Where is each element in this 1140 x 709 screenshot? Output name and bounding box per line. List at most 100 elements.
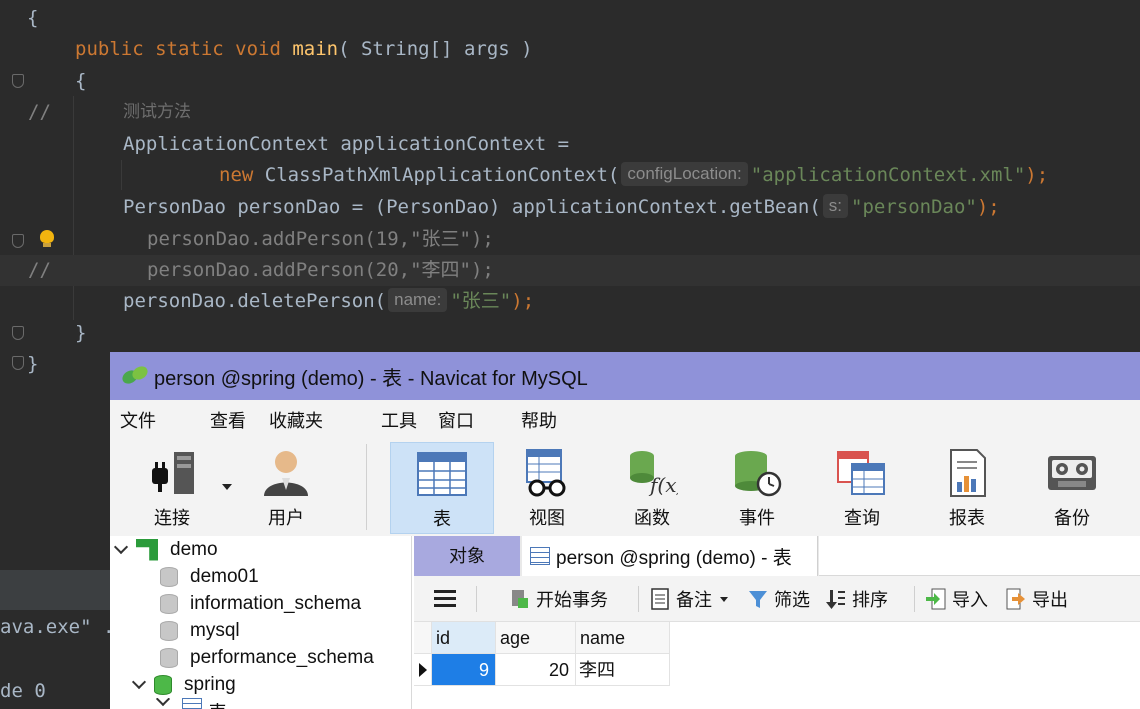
tree-item-database[interactable]: mysql: [160, 617, 240, 644]
tree-item-database-open[interactable]: spring: [128, 671, 236, 698]
database-icon: [160, 566, 178, 587]
connect-button[interactable]: 连接: [120, 442, 232, 534]
function-label: 函数: [634, 508, 670, 528]
export-button[interactable]: 导出: [1006, 576, 1068, 622]
table-icon: [530, 547, 550, 565]
parameter-hint: s:: [822, 194, 849, 218]
menu-help[interactable]: 帮助: [511, 407, 591, 433]
tree-item-connection[interactable]: demo: [110, 536, 218, 563]
data-grid: id age name 9 20 李四: [414, 622, 1140, 709]
filter-button[interactable]: 筛选: [748, 576, 810, 622]
tree-item-label: demo01: [190, 565, 259, 587]
tab-bar-empty: [819, 536, 1140, 576]
backup-button[interactable]: 备份: [1020, 442, 1124, 534]
window-title: person @spring (demo) - 表 - Navicat for …: [154, 367, 588, 390]
event-button[interactable]: 事件: [705, 442, 809, 534]
toolbar-divider: [476, 586, 477, 612]
tree-item-label: demo: [170, 538, 218, 560]
import-button[interactable]: 导入: [926, 576, 988, 622]
query-label: 查询: [844, 508, 880, 528]
tree-item-label: spring: [184, 673, 236, 695]
menu-tools[interactable]: 工具: [371, 407, 428, 433]
code-line: public static void main( String[] args ): [0, 34, 1140, 65]
code-text: ApplicationContext applicationContext =: [123, 133, 570, 155]
hamburger-menu-icon: [434, 590, 456, 607]
code-line: PersonDao personDao = (PersonDao) applic…: [0, 192, 1140, 223]
tree-item-tables[interactable]: 表: [152, 698, 227, 709]
chevron-down-icon[interactable]: [131, 674, 147, 689]
params-token: ( String[] args ): [338, 38, 533, 60]
table-button[interactable]: 表: [390, 442, 494, 534]
column-header-id[interactable]: id: [432, 622, 496, 654]
chevron-down-icon[interactable]: [113, 539, 129, 554]
menu-button[interactable]: [434, 576, 456, 622]
current-row-marker-icon: [414, 654, 432, 686]
brace: }: [75, 322, 87, 344]
tree-item-label: 表: [208, 698, 227, 709]
sort-button[interactable]: 排序: [826, 576, 888, 622]
query-button[interactable]: 查询: [810, 442, 914, 534]
report-label: 报表: [949, 508, 985, 528]
code-line: personDao.deletePerson(name: "张三");: [0, 286, 1140, 317]
comment-marker: //: [28, 259, 51, 281]
begin-transaction-label: 开始事务: [536, 590, 608, 610]
tree-item-database[interactable]: demo01: [160, 563, 259, 590]
keyword-token: public static void: [75, 38, 293, 60]
code-text: );: [1025, 164, 1049, 186]
chevron-down-icon[interactable]: [155, 698, 171, 707]
comment-marker: //: [28, 101, 51, 123]
function-button[interactable]: f(x) 函数: [600, 442, 704, 534]
chevron-down-icon[interactable]: [720, 596, 728, 602]
code-line: }: [0, 318, 1140, 349]
comment-text: 测试方法: [123, 102, 191, 122]
brace: }: [27, 353, 39, 375]
database-open-icon: [154, 674, 172, 695]
note-button[interactable]: 备注: [650, 576, 728, 622]
table-icon: [182, 698, 202, 709]
commented-code: personDao.addPerson(20,"李四");: [147, 259, 494, 281]
filter-label: 筛选: [774, 590, 810, 610]
tab-objects[interactable]: 对象: [414, 536, 520, 576]
tab-person-table[interactable]: person @spring (demo) - 表: [522, 536, 818, 576]
string-token: "personDao": [851, 196, 977, 218]
run-output-line: ava.exe" .: [0, 616, 115, 638]
column-header-age[interactable]: age: [496, 622, 576, 654]
user-label: 用户: [268, 508, 304, 528]
filter-icon: [749, 591, 767, 608]
connect-label: 连接: [154, 508, 190, 528]
view-button[interactable]: 视图: [495, 442, 599, 534]
menu-favorites[interactable]: 收藏夹: [259, 407, 371, 433]
column-header-name[interactable]: name: [576, 622, 670, 654]
chevron-down-icon[interactable]: [222, 484, 232, 490]
brace: {: [27, 7, 39, 29]
plug-icon: [152, 452, 194, 494]
code-text: ClassPathXmlApplicationContext(: [253, 164, 620, 186]
keyword-token: new: [219, 164, 254, 186]
note-icon: [651, 588, 669, 610]
connection-tree: demo demo01 information_schema mysql per…: [110, 536, 412, 709]
menu-window[interactable]: 窗口: [428, 407, 511, 433]
tree-item-database[interactable]: information_schema: [160, 590, 361, 617]
report-button[interactable]: 报表: [915, 442, 1019, 534]
menu-file[interactable]: 文件: [110, 407, 200, 433]
code-line: {: [0, 66, 1140, 97]
database-icon: [160, 593, 178, 614]
string-token: "applicationContext.xml": [750, 164, 1026, 186]
toolbar-divider: [638, 586, 639, 612]
code-line: {: [0, 3, 1140, 34]
begin-transaction-button[interactable]: 开始事务: [510, 576, 608, 622]
tree-item-database[interactable]: performance_schema: [160, 644, 374, 671]
menu-bar: 文件 查看 收藏夹 工具 窗口 帮助: [110, 400, 1140, 440]
table-icon: [417, 452, 467, 496]
table-cell-name[interactable]: 李四: [576, 654, 670, 686]
table-cell-age[interactable]: 20: [496, 654, 576, 686]
user-button[interactable]: 用户: [234, 442, 338, 534]
table-cell-id[interactable]: 9: [432, 654, 496, 686]
transaction-icon: [512, 590, 528, 608]
window-titlebar[interactable]: person @spring (demo) - 表 - Navicat for …: [110, 352, 1140, 400]
parameter-hint: name:: [388, 288, 448, 312]
code-line: personDao.addPerson(19,"张三");: [0, 224, 1140, 255]
menu-view[interactable]: 查看: [200, 407, 259, 433]
note-label: 备注: [676, 590, 712, 610]
main-toolbar: 连接 用户 表 视图 f(x 函数 事件 查询 报表 备份: [110, 440, 1140, 536]
